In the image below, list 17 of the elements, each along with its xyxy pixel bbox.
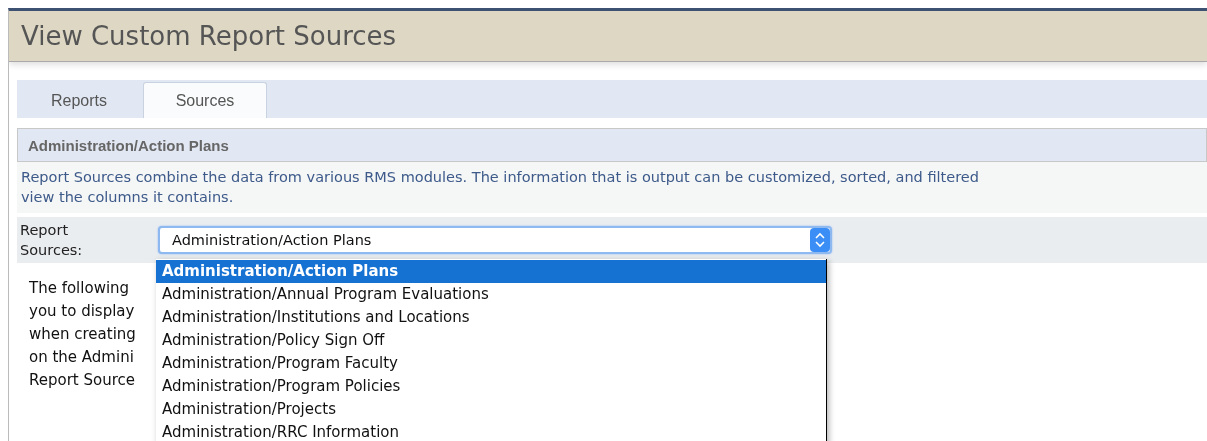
tab[interactable]: Sources [143,82,267,118]
section-title: Administration/Action Plans [28,136,229,154]
tab[interactable]: Reports [17,82,141,118]
page-title: View Custom Report Sources [21,21,397,51]
field-label: Report Sources: [19,221,84,260]
dropdown-option[interactable]: Administration/Institutions and Locations [156,306,826,329]
report-sources-select[interactable]: Administration/Action Plans [158,226,832,254]
dropdown-option[interactable]: Administration/Annual Program Evaluations [156,283,826,306]
description-text: Report Sources combine the data from various RMS modules. The information that is output can be customized, sorted, and filtered view the columns it contains. [21,168,980,207]
dropdown-option[interactable]: Administration/RRC Information [156,421,826,441]
dropdown-option[interactable]: Administration/Program Policies [156,375,826,398]
dropdown-option[interactable]: Administration/Action Plans [156,260,826,283]
dropdown-option[interactable]: Administration/Policy Sign Off [156,329,826,352]
dropdown-option[interactable]: Administration/Program Faculty [156,352,826,375]
body-text: The following you to display when creating on the Admini Report Source [29,278,136,391]
dropdown-option[interactable]: Administration/Projects [156,398,826,421]
stepper-icon [810,228,830,252]
